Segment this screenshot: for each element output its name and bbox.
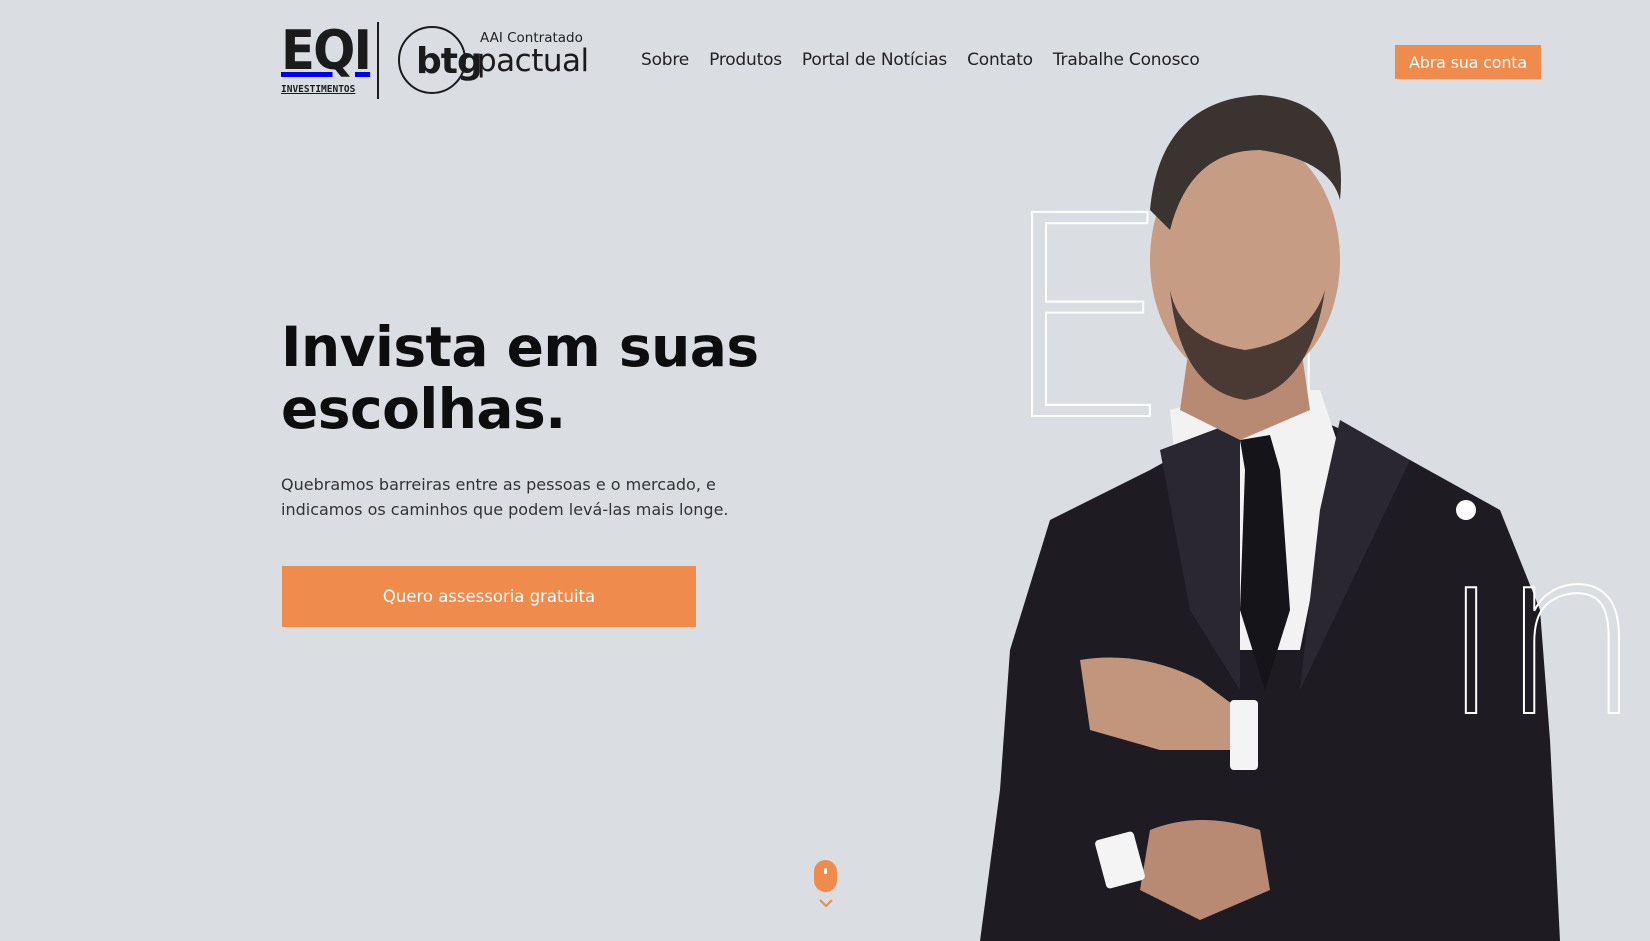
open-account-button[interactable]: Abra sua conta <box>1395 45 1541 79</box>
btg-logo-text: btg <box>416 41 483 82</box>
nav-item-contato[interactable]: Contato <box>967 50 1033 70</box>
logo-divider <box>377 22 379 99</box>
nav-item-portal-de-noticias[interactable]: Portal de Notícias <box>802 50 947 70</box>
eqi-logo[interactable]: EQI INVESTIMENTOS <box>281 19 372 96</box>
decorative-word-in: ın <box>1439 501 1645 768</box>
hero-title: Invista em suas escolhas. <box>281 315 759 441</box>
btg-pactual-logo[interactable]: btg pactual AAI Contratado <box>398 26 589 96</box>
chevron-down-icon[interactable] <box>818 897 834 909</box>
nav-item-trabalhe-conosco[interactable]: Trabalhe Conosco <box>1053 50 1200 70</box>
mouse-scroll-icon[interactable] <box>814 860 837 892</box>
hero-visual: Eu ın <box>940 90 1650 941</box>
main-nav: Sobre Produtos Portal de Notícias Contat… <box>641 50 1200 70</box>
nav-item-produtos[interactable]: Produtos <box>709 50 782 70</box>
hero-subtitle: Quebramos barreiras entre as pessoas e o… <box>281 475 729 519</box>
eqi-logo-subtext: INVESTIMENTOS <box>281 84 356 95</box>
pactual-logo-text: pactual <box>477 43 589 79</box>
nav-item-sobre[interactable]: Sobre <box>641 50 689 70</box>
aai-contratado-label: AAI Contratado <box>480 30 583 46</box>
eqi-logo-text: EQI <box>281 19 372 82</box>
free-advisory-button[interactable]: Quero assessoria gratuita <box>282 566 696 627</box>
